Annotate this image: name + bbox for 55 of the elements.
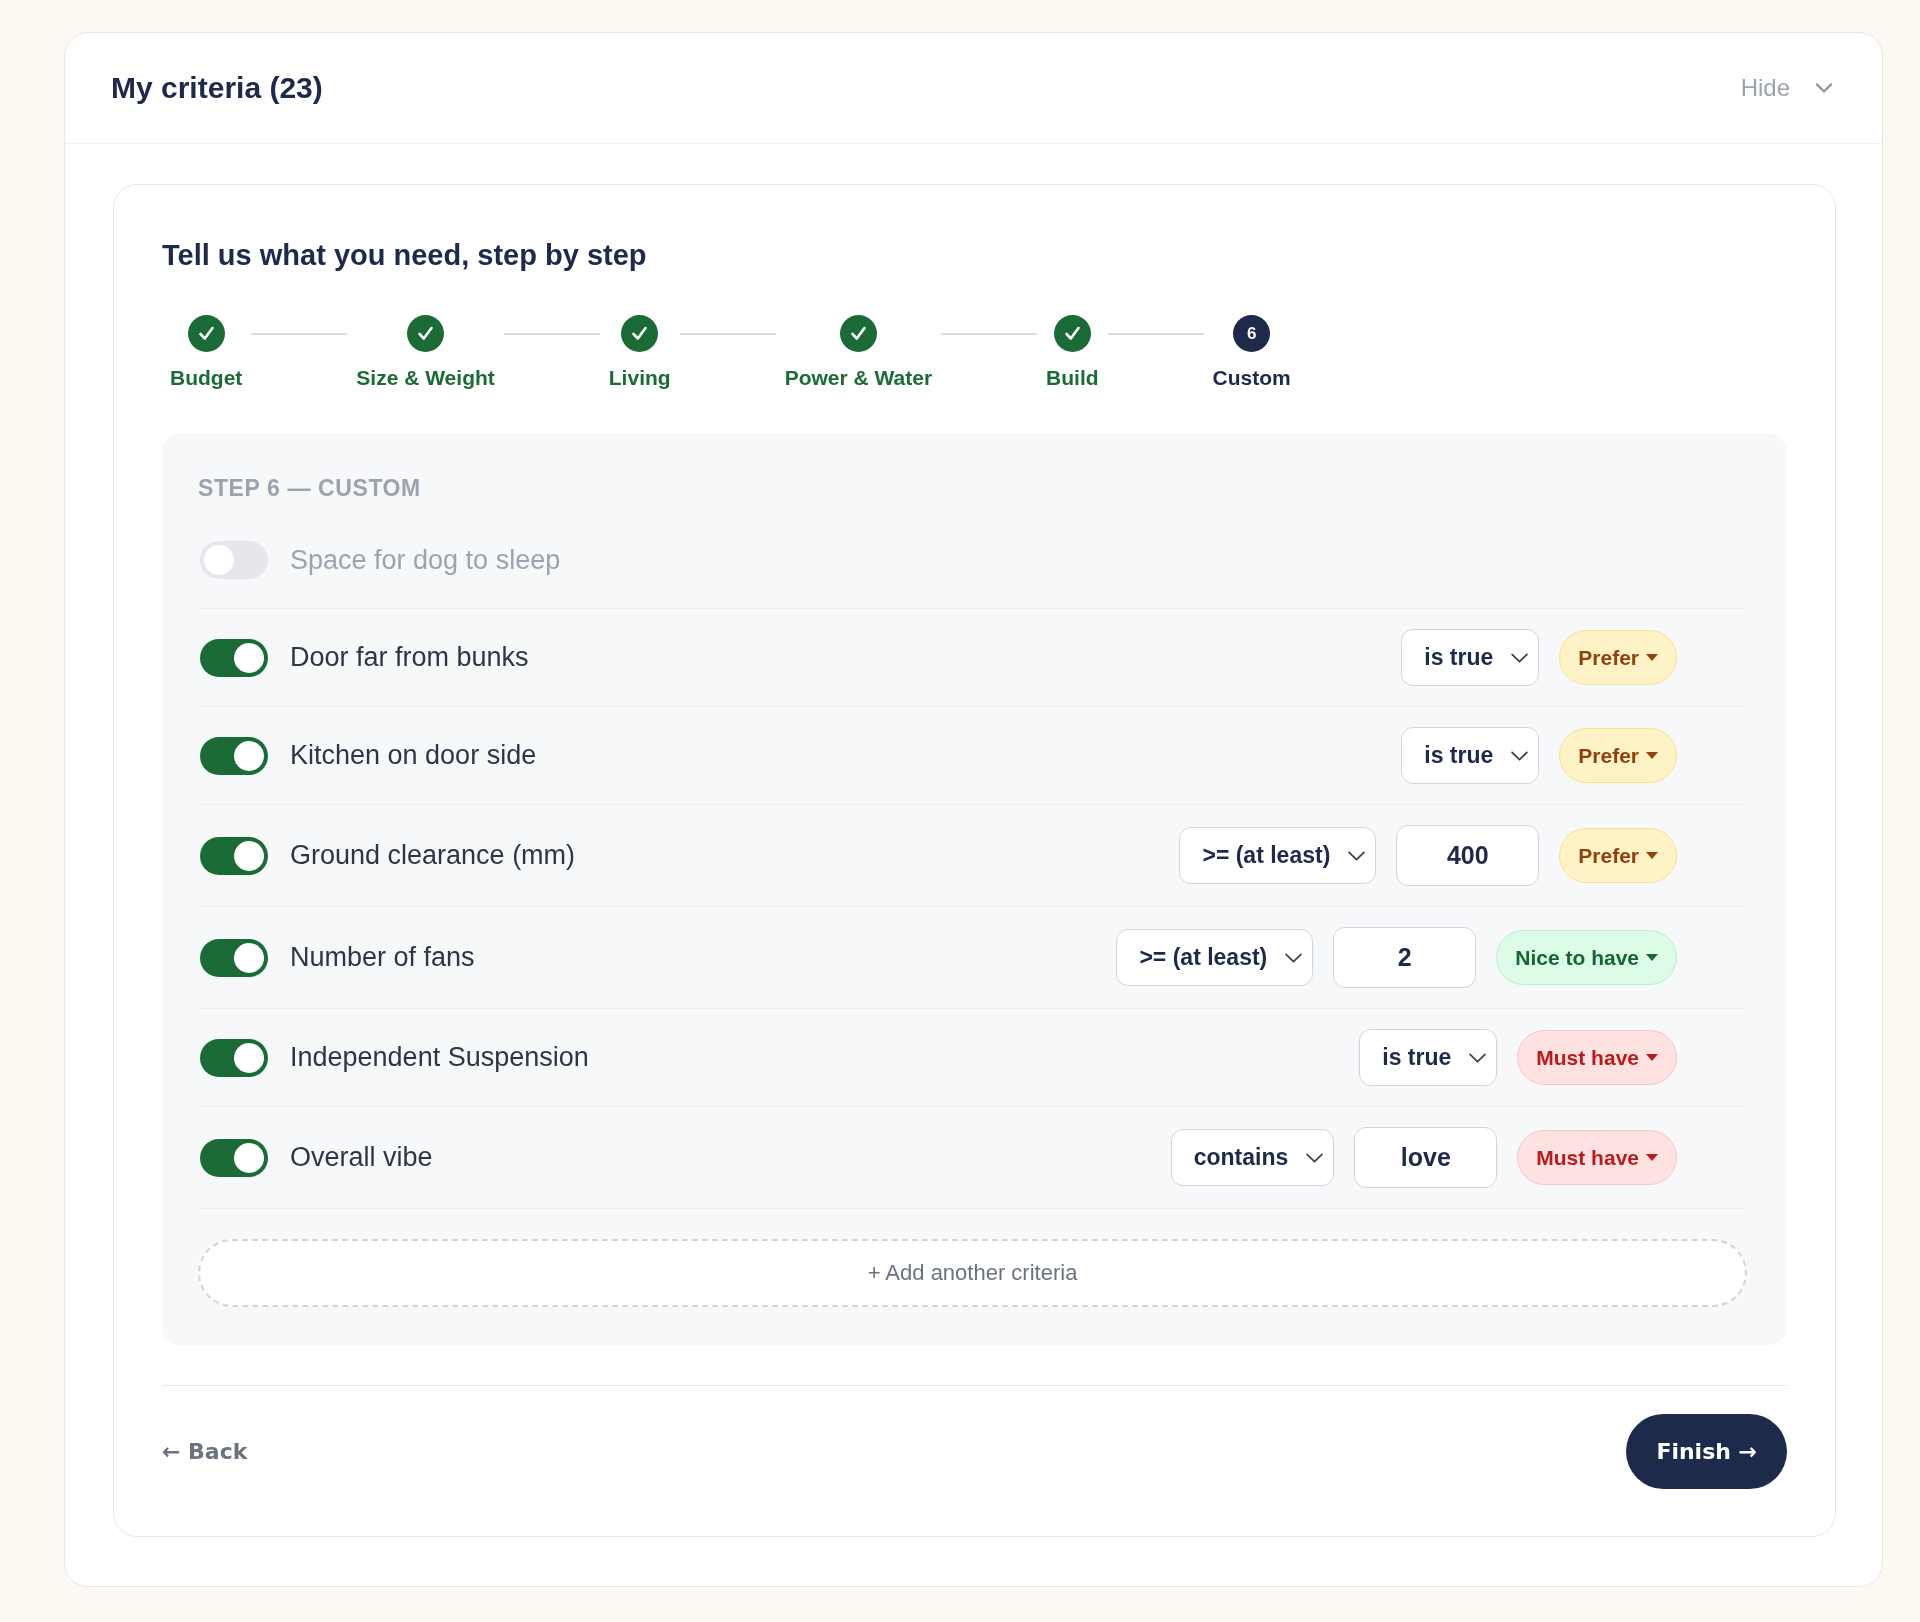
operator-select[interactable]: is true (1401, 629, 1540, 686)
operator-select[interactable]: contains (1170, 1129, 1335, 1186)
back-link[interactable]: ← Back (162, 1439, 248, 1464)
chevron-down-icon (1511, 750, 1529, 761)
toggle-switch[interactable] (200, 938, 268, 977)
wizard-title: Tell us what you need, step by step (162, 238, 647, 273)
criteria-label: Space for dog to sleep (290, 544, 561, 576)
criteria-label: Ground clearance (mm) (290, 840, 576, 871)
chevron-down-icon (1511, 652, 1529, 663)
chevron-down-icon (1306, 1152, 1324, 1163)
add-criteria-button[interactable]: + Add another criteria (198, 1239, 1747, 1307)
criteria-label: Door far from bunks (290, 642, 529, 673)
priority-dropdown[interactable]: Must have (1517, 1030, 1677, 1085)
section-heading: STEP 6 — CUSTOM (198, 474, 421, 503)
operator-select[interactable]: >= (at least) (1179, 827, 1377, 884)
priority-dropdown[interactable]: Prefer (1559, 828, 1677, 883)
chevron-down-icon (1285, 952, 1303, 963)
toggle-switch[interactable] (200, 1138, 268, 1177)
chevron-down-icon (1816, 83, 1832, 93)
value-input[interactable]: 2 (1333, 927, 1477, 988)
operator-select[interactable]: >= (at least) (1116, 929, 1314, 986)
criteria-label: Independent Suspension (290, 1042, 589, 1073)
criteria-label: Number of fans (290, 942, 475, 973)
caret-down-icon (1646, 852, 1658, 859)
priority-dropdown[interactable]: Prefer (1559, 728, 1677, 783)
caret-down-icon (1646, 1054, 1658, 1061)
step-number: 6 (1233, 315, 1271, 352)
toggle-switch[interactable] (200, 541, 268, 579)
criteria-label: Kitchen on door side (290, 740, 537, 771)
toggle-switch[interactable] (200, 1038, 268, 1077)
value-input[interactable]: 400 (1396, 825, 1540, 886)
panel-title: My criteria (23) (111, 71, 323, 105)
chevron-down-icon (1469, 1052, 1487, 1063)
step-label: Power & Water (784, 365, 933, 391)
toggle-switch[interactable] (200, 638, 268, 677)
caret-down-icon (1646, 1154, 1658, 1161)
caret-down-icon (1646, 654, 1658, 661)
finish-button[interactable]: Finish → (1626, 1414, 1787, 1489)
operator-select[interactable]: is true (1359, 1029, 1498, 1086)
step-label: Size & Weight (356, 365, 495, 391)
toggle-switch[interactable] (200, 736, 268, 775)
step-label: Budget (170, 365, 243, 391)
priority-dropdown[interactable]: Prefer (1559, 630, 1677, 685)
step-label: Build (1046, 365, 1099, 391)
chevron-down-icon (1348, 850, 1366, 861)
priority-dropdown[interactable]: Must have (1517, 1130, 1677, 1185)
caret-down-icon (1646, 954, 1658, 961)
value-input[interactable]: love (1354, 1127, 1498, 1188)
caret-down-icon (1646, 752, 1658, 759)
toggle-switch[interactable] (200, 836, 268, 875)
step-label: Custom (1212, 365, 1291, 391)
operator-select[interactable]: is true (1401, 727, 1540, 784)
step-label: Living (608, 365, 671, 391)
criteria-label: Overall vibe (290, 1142, 433, 1173)
priority-dropdown[interactable]: Nice to have (1496, 930, 1677, 985)
